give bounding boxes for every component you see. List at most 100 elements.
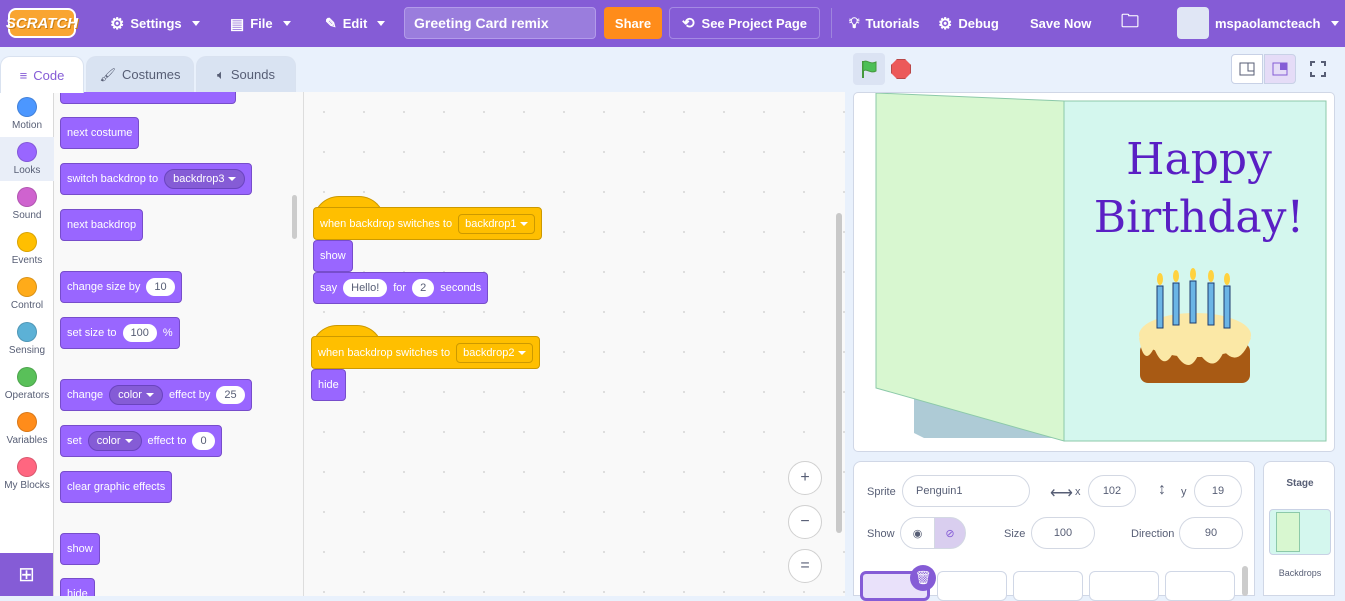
share-button[interactable]: Share [604,7,662,39]
sound-dot-icon [17,187,37,207]
fullscreen-icon[interactable] [1302,54,1334,84]
avatar[interactable] [1177,7,1209,39]
divider [831,8,832,38]
stop-sign-icon[interactable] [891,59,911,79]
block-label: seconds [440,282,482,294]
palette-next-backdrop[interactable]: next backdrop [60,209,144,241]
events-dot-icon [17,232,37,252]
tab-sounds-label: Sounds [230,67,275,82]
when-backdrop-switches-hat[interactable]: when backdrop switches to backdrop2 [311,336,541,369]
see-project-page-button[interactable]: ⟲ See Project Page [669,7,820,39]
size-input[interactable]: 100 [1031,517,1095,549]
category-my-blocks[interactable]: My Blocks [0,452,54,496]
my-stuff-folder-icon[interactable]: 🗀 [1121,0,1139,47]
y-input[interactable]: 19 [1194,475,1242,507]
tab-costumes[interactable]: 🖌︎ Costumes [86,56,194,92]
sprite-thumbnail[interactable] [1013,571,1083,601]
block-label: show [320,250,346,262]
category-label: Events [11,255,43,266]
debug-button[interactable]: ⚙ Debug [938,0,999,47]
palette-hide[interactable]: hide [60,578,95,596]
number-input[interactable]: 0 [192,432,215,450]
effect-dropdown[interactable]: color [109,385,163,405]
hide-block[interactable]: hide [311,369,346,401]
palette-change-size[interactable]: change size by 10 [60,271,182,303]
chevron-down-icon [145,393,154,397]
category-sound[interactable]: Sound [0,182,54,226]
paintbrush-icon: 🖌︎ [99,66,116,82]
zoom-reset-icon[interactable]: = [788,549,822,583]
my-blocks-dot-icon [17,457,37,477]
category-motion[interactable]: Motion [0,92,54,136]
backdrop-dropdown[interactable]: backdrop3 [164,169,246,189]
show-eye-icon[interactable]: ◉ [900,517,935,549]
delete-trash-icon[interactable]: 🗑︎ [910,565,936,591]
number-input[interactable]: 100 [122,324,157,342]
small-stage-icon[interactable] [1231,54,1263,84]
number-input[interactable]: 25 [216,386,245,404]
x-input[interactable]: 102 [1088,475,1136,507]
green-flag-icon[interactable] [853,53,885,85]
block-label: show [67,543,93,555]
number-input[interactable]: 10 [146,278,175,296]
palette-switch-backdrop[interactable]: switch backdrop to backdrop3 [60,163,253,195]
category-looks[interactable]: Looks [0,137,54,181]
add-extension-icon[interactable]: ⊞ [0,553,53,596]
category-variables[interactable]: Variables [0,407,54,451]
settings-menu[interactable]: ⚙ Settings [110,0,200,47]
category-label: Looks [13,165,41,176]
sprite-label: Sprite [867,486,896,498]
zoom-out-icon[interactable]: − [788,505,822,539]
category-sensing[interactable]: Sensing [0,317,54,361]
dropdown-value: color [118,389,142,401]
palette-scrollbar[interactable] [292,195,297,239]
see-project-label: See Project Page [701,15,808,31]
code-blocks-icon: ≡ [19,67,28,83]
sprite-thumbnail-cake[interactable] [937,571,1007,601]
effect-dropdown[interactable]: color [87,431,142,451]
palette-change-effect[interactable]: change color effect by 25 [60,379,252,411]
say-for-seconds-block[interactable]: say Hello! for 2 seconds [313,272,489,304]
tutorials-button[interactable]: 💡︎ Tutorials [849,0,919,47]
palette-next-costume[interactable]: next costume [60,117,140,149]
project-title-input[interactable]: Greeting Card remix [404,7,596,39]
backdrop-dropdown[interactable]: backdrop2 [456,342,534,363]
account-menu[interactable]: mspaolamcteach [1215,0,1339,47]
sprite-thumbnail[interactable] [1089,571,1159,601]
text-input[interactable]: Hello! [343,279,388,297]
chevron-down-icon [520,221,529,226]
category-events[interactable]: Events [0,227,54,271]
large-stage-icon[interactable] [1264,54,1296,84]
direction-input[interactable]: 90 [1179,517,1243,549]
category-operators[interactable]: Operators [0,362,54,406]
script-workspace[interactable]: when backdrop switches to backdrop1 show… [304,92,845,596]
zoom-in-icon[interactable]: + [788,461,822,495]
palette-clear-graphic-effects[interactable]: clear graphic effects [60,471,173,503]
stage-canvas[interactable]: Happy Birthday! [853,92,1335,452]
workspace-scrollbar[interactable] [836,213,842,533]
palette-block-partial[interactable] [60,92,236,104]
operators-dot-icon [17,367,37,387]
sprite-list-scrollbar[interactable] [1242,566,1248,596]
palette-show[interactable]: show [60,533,100,565]
sprite-name-input[interactable]: Penguin1 [902,475,1030,507]
backdrop-thumbnail[interactable] [1269,509,1331,555]
stage-selector[interactable]: Stage Backdrops [1263,461,1335,596]
hide-eye-icon[interactable]: ⊘ [934,517,966,549]
show-block[interactable]: show [313,240,353,272]
pencil-icon: ✎ [325,15,337,31]
save-now-button[interactable]: Save Now [1030,0,1091,47]
tab-sounds[interactable]: 🔈︎ Sounds [196,56,296,92]
debug-label: Debug [958,16,999,31]
sprite-thumbnail[interactable] [1165,571,1235,601]
edit-menu[interactable]: ✎ Edit [325,0,386,47]
backdrop-dropdown[interactable]: backdrop1 [458,213,536,234]
palette-set-size[interactable]: set size to 100 % [60,317,180,349]
scratch-logo[interactable]: SCRATCH [6,8,78,38]
tab-code[interactable]: ≡ Code [0,56,84,93]
when-backdrop-switches-hat[interactable]: when backdrop switches to backdrop1 [313,207,543,240]
palette-set-effect[interactable]: set color effect to 0 [60,425,222,457]
category-control[interactable]: Control [0,272,54,316]
number-input[interactable]: 2 [412,279,435,297]
file-menu[interactable]: ▤ File [230,0,291,47]
